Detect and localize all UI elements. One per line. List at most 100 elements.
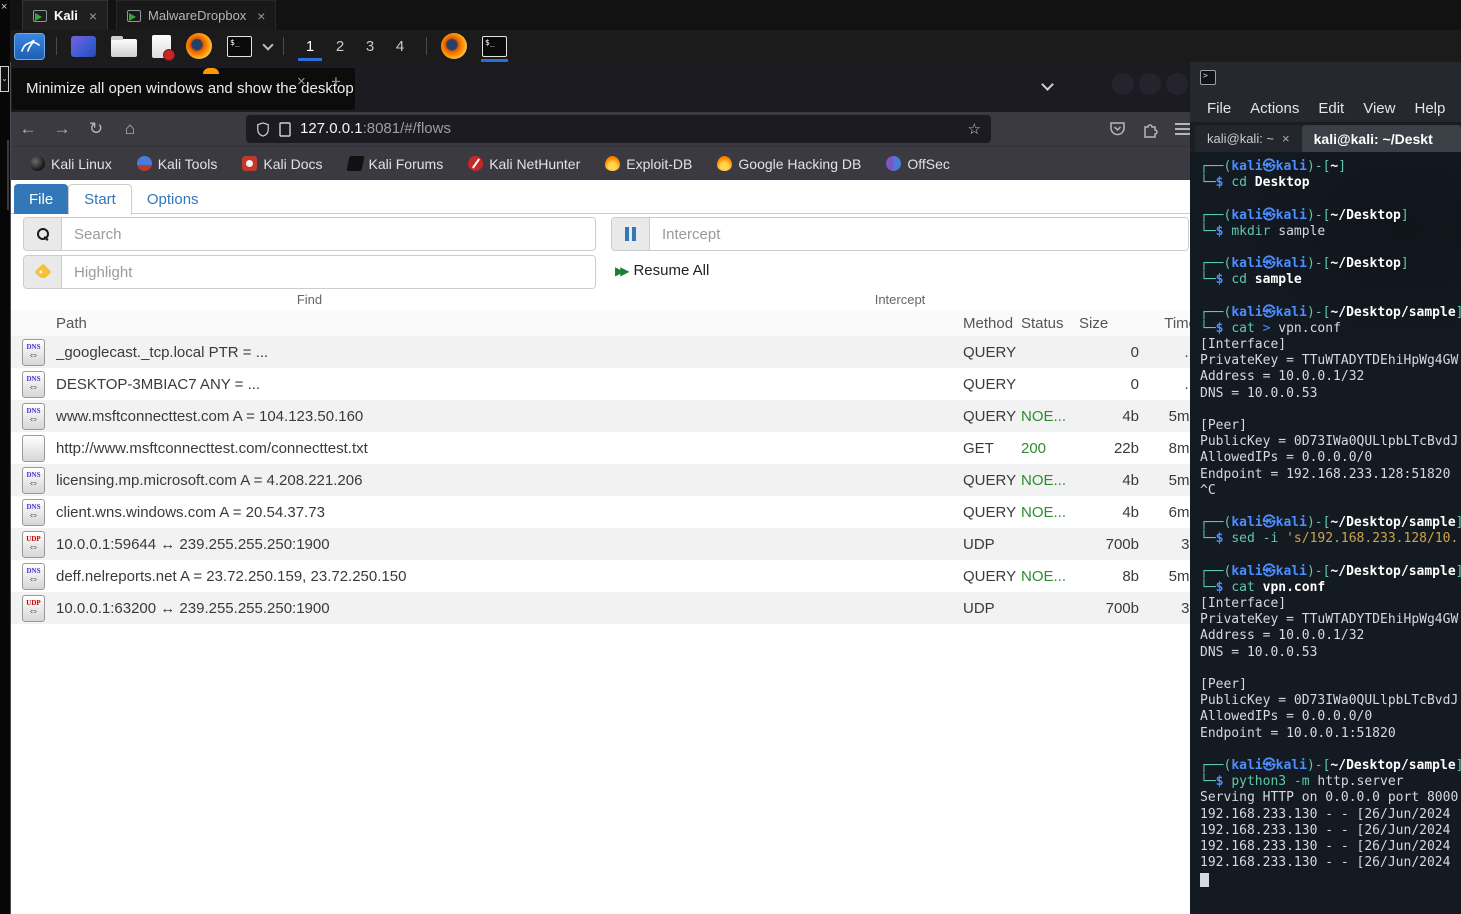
edge-dropdown-icon[interactable]: ⌄ bbox=[0, 66, 9, 92]
menu-file[interactable]: File bbox=[1207, 100, 1231, 117]
workspace-1[interactable]: 1 bbox=[295, 31, 325, 61]
extensions-icon[interactable] bbox=[1142, 121, 1159, 138]
url-bar[interactable]: 127.0.0.1:8081/#/flows ☆ bbox=[246, 115, 991, 143]
bookmark-kali-linux[interactable]: Kali Linux bbox=[30, 156, 112, 172]
http-icon bbox=[22, 435, 45, 462]
terminal-text: ] bbox=[1456, 758, 1461, 773]
launcher-dropdown-icon[interactable] bbox=[262, 39, 273, 50]
tab-start[interactable]: Start bbox=[68, 184, 132, 215]
terminal-text: kali㉿kali bbox=[1231, 515, 1307, 530]
terminal-titlebar[interactable]: > bbox=[1190, 62, 1461, 94]
text-editor-launcher[interactable] bbox=[152, 35, 171, 58]
maximize-button[interactable] bbox=[1139, 73, 1161, 95]
tab-overflow-icon[interactable] bbox=[1041, 78, 1054, 91]
terminal-line bbox=[1200, 661, 1461, 677]
shield-icon[interactable] bbox=[256, 122, 270, 137]
close-button[interactable] bbox=[1166, 73, 1188, 95]
reload-button[interactable]: ↻ bbox=[79, 119, 113, 139]
terminal-window-button[interactable]: $_ bbox=[479, 30, 510, 62]
swap-arrow-icon: ⇔ bbox=[28, 414, 39, 425]
workspace-2[interactable]: 2 bbox=[325, 31, 355, 61]
bookmark-star-icon[interactable]: ☆ bbox=[968, 120, 981, 138]
flow-row[interactable]: UDP⇔10.0.0.1:63200 ↔ 239.255.255.250:190… bbox=[11, 592, 1200, 624]
terminal-line: PrivateKey = TTuWTADYTDEhiHpWg4GW bbox=[1200, 612, 1461, 628]
flow-row[interactable]: DNS⇔client.wns.windows.com A = 20.54.37.… bbox=[11, 496, 1200, 528]
terminal-text: kali㉿kali bbox=[1231, 564, 1307, 579]
terminal-tab-kali-kali-deskt[interactable]: kali@kali: ~/Deskt bbox=[1302, 125, 1461, 152]
close-icon[interactable]: × bbox=[89, 8, 97, 24]
back-button[interactable]: ← bbox=[11, 119, 45, 139]
search-input[interactable] bbox=[62, 218, 595, 250]
swap-arrow-icon: ⇔ bbox=[28, 542, 39, 553]
terminal-tab-kali-kali[interactable]: kali@kali: ~× bbox=[1195, 125, 1302, 152]
kali-tools-icon bbox=[137, 156, 152, 171]
terminal-text: Endpoint = 10.0.0.1:51820 bbox=[1200, 726, 1396, 741]
flow-table-header: PathMethodStatusSizeTime bbox=[11, 310, 1200, 336]
terminal-text: [Interface] bbox=[1200, 337, 1286, 352]
close-icon[interactable]: × bbox=[1282, 131, 1290, 146]
forward-button[interactable]: → bbox=[45, 119, 79, 139]
menu-help[interactable]: Help bbox=[1414, 100, 1445, 117]
resume-all-button[interactable]: ▶▶ Resume All bbox=[615, 262, 709, 279]
tab-options[interactable]: Options bbox=[132, 184, 214, 214]
firefox-launcher[interactable] bbox=[186, 33, 212, 59]
workspace-3[interactable]: 3 bbox=[355, 31, 385, 61]
bookmark-kali-docs[interactable]: Kali Docs bbox=[242, 156, 322, 172]
flow-row[interactable]: DNS⇔DESKTOP-3MBIAC7 ANY = ...QUERY0... bbox=[11, 368, 1200, 400]
file-manager-launcher[interactable] bbox=[111, 39, 137, 57]
menu-edit[interactable]: Edit bbox=[1318, 100, 1344, 117]
menu-actions[interactable]: Actions bbox=[1250, 100, 1299, 117]
bookmarks-bar: Kali Linux Kali Tools Kali Docs Kali Forums… bbox=[11, 146, 1200, 180]
flow-row[interactable]: http://www.msftconnecttest.com/connectte… bbox=[11, 432, 1200, 464]
menu-icon[interactable] bbox=[1175, 123, 1190, 135]
firefox-window-button[interactable] bbox=[438, 30, 470, 62]
tab-close-icon[interactable]: × bbox=[297, 73, 306, 90]
flow-row[interactable]: DNS⇔deff.nelreports.net A = 23.72.250.15… bbox=[11, 560, 1200, 592]
bookmark-kali-forums[interactable]: Kali Forums bbox=[348, 156, 444, 172]
bookmark-label: Kali NetHunter bbox=[489, 156, 580, 172]
flow-row[interactable]: DNS⇔www.msftconnecttest.com A = 104.123.… bbox=[11, 400, 1200, 432]
cursor bbox=[1200, 873, 1209, 887]
bookmark-google-hacking-db[interactable]: Google Hacking DB bbox=[717, 156, 861, 172]
minimize-button[interactable] bbox=[1112, 73, 1134, 95]
home-button[interactable]: ⌂ bbox=[113, 119, 147, 139]
pocket-icon[interactable] bbox=[1109, 121, 1126, 137]
bookmark-offsec[interactable]: OffSec bbox=[886, 156, 950, 172]
terminal-text: cd bbox=[1231, 272, 1247, 287]
flow-row[interactable]: DNS⇔licensing.mp.microsoft.com A = 4.208… bbox=[11, 464, 1200, 496]
bookmark-kali-tools[interactable]: Kali Tools bbox=[137, 156, 218, 172]
new-tab-button[interactable]: + bbox=[331, 72, 341, 92]
terminal-text: ] bbox=[1456, 305, 1461, 320]
highlight-field[interactable] bbox=[23, 255, 596, 289]
kali-menu-button[interactable] bbox=[14, 33, 45, 60]
terminal-text: ~/Desktop/sample bbox=[1330, 305, 1455, 320]
kali-forums-icon bbox=[346, 156, 364, 171]
terminal-text: 192.168.233.130 - - [26/Jun/2024 bbox=[1200, 855, 1450, 870]
page-info-icon[interactable] bbox=[279, 122, 291, 137]
highlight-input[interactable] bbox=[62, 256, 595, 288]
terminal-line: └─$ cat > vpn.conf bbox=[1200, 321, 1461, 337]
terminal-output[interactable]: ┌──(kali㉿kali)-[~]└─$ cd Desktop ┌──(kal… bbox=[1190, 152, 1461, 914]
search-field[interactable] bbox=[23, 217, 596, 251]
close-icon[interactable]: × bbox=[257, 8, 265, 24]
pause-icon bbox=[612, 218, 650, 250]
intercept-field[interactable] bbox=[611, 217, 1189, 251]
terminal-text: [Peer] bbox=[1200, 677, 1247, 692]
window-tab-kali[interactable]: Kali× bbox=[22, 0, 108, 30]
swap-arrow-icon: ⇔ bbox=[28, 350, 39, 361]
bookmark-kali-nethunter[interactable]: Kali NetHunter bbox=[468, 156, 580, 172]
flow-row[interactable]: UDP⇔10.0.0.1:59644 ↔ 239.255.255.250:190… bbox=[11, 528, 1200, 560]
flow-row[interactable]: DNS⇔_googlecast._tcp.local PTR = ...QUER… bbox=[11, 336, 1200, 368]
intercept-input[interactable] bbox=[650, 218, 1188, 250]
menu-view[interactable]: View bbox=[1363, 100, 1395, 117]
workspace-4[interactable]: 4 bbox=[385, 31, 415, 61]
bookmark-exploit-db[interactable]: Exploit-DB bbox=[605, 156, 692, 172]
window-tab-malwaredropbox[interactable]: MalwareDropbox× bbox=[116, 0, 276, 30]
terminal-line: PublicKey = 0D73IWa0QULlpbLTcBvdJ bbox=[1200, 434, 1461, 450]
tab-file[interactable]: File bbox=[14, 184, 68, 214]
edge-close-icon[interactable]: × bbox=[1, 1, 7, 13]
terminal-launcher[interactable]: $_ bbox=[227, 36, 252, 57]
show-desktop-button[interactable] bbox=[71, 36, 96, 57]
workspace-switcher: 1234 bbox=[295, 31, 415, 61]
dns-icon: DNS⇔ bbox=[22, 339, 45, 366]
